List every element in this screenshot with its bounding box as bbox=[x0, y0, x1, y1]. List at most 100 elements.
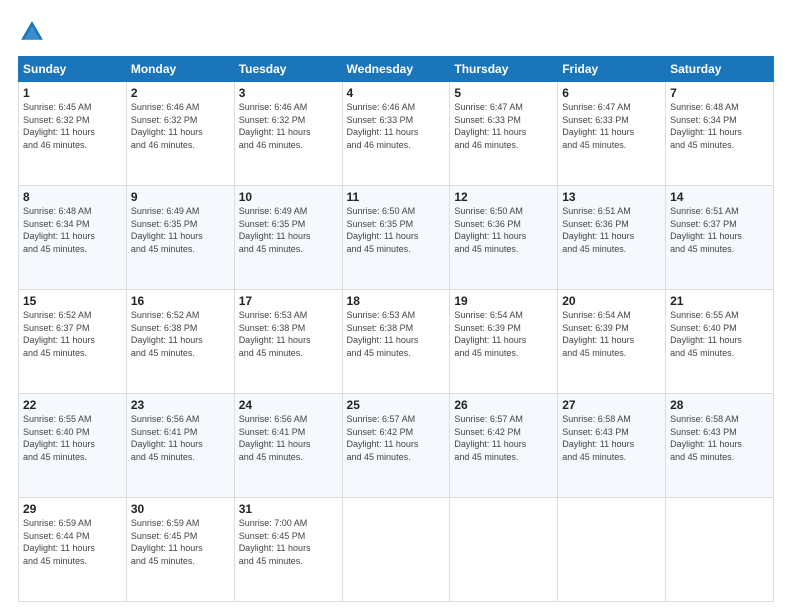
day-detail: Sunrise: 6:58 AMSunset: 6:43 PMDaylight:… bbox=[670, 414, 742, 462]
weekday-header-row: SundayMondayTuesdayWednesdayThursdayFrid… bbox=[19, 57, 774, 82]
day-detail: Sunrise: 6:57 AMSunset: 6:42 PMDaylight:… bbox=[454, 414, 526, 462]
day-detail: Sunrise: 6:46 AMSunset: 6:32 PMDaylight:… bbox=[239, 102, 311, 150]
weekday-label: Saturday bbox=[666, 57, 774, 82]
calendar-cell: 3 Sunrise: 6:46 AMSunset: 6:32 PMDayligh… bbox=[234, 82, 342, 186]
day-number: 13 bbox=[562, 190, 661, 204]
day-number: 25 bbox=[347, 398, 446, 412]
day-number: 6 bbox=[562, 86, 661, 100]
calendar-week-row: 8 Sunrise: 6:48 AMSunset: 6:34 PMDayligh… bbox=[19, 186, 774, 290]
calendar-cell: 27 Sunrise: 6:58 AMSunset: 6:43 PMDaylig… bbox=[558, 394, 666, 498]
calendar-cell: 7 Sunrise: 6:48 AMSunset: 6:34 PMDayligh… bbox=[666, 82, 774, 186]
day-detail: Sunrise: 6:56 AMSunset: 6:41 PMDaylight:… bbox=[131, 414, 203, 462]
day-number: 20 bbox=[562, 294, 661, 308]
day-detail: Sunrise: 6:56 AMSunset: 6:41 PMDaylight:… bbox=[239, 414, 311, 462]
day-number: 30 bbox=[131, 502, 230, 516]
calendar-cell: 31 Sunrise: 7:00 AMSunset: 6:45 PMDaylig… bbox=[234, 498, 342, 602]
day-detail: Sunrise: 6:55 AMSunset: 6:40 PMDaylight:… bbox=[670, 310, 742, 358]
day-number: 10 bbox=[239, 190, 338, 204]
day-number: 29 bbox=[23, 502, 122, 516]
calendar-cell: 20 Sunrise: 6:54 AMSunset: 6:39 PMDaylig… bbox=[558, 290, 666, 394]
calendar-cell: 15 Sunrise: 6:52 AMSunset: 6:37 PMDaylig… bbox=[19, 290, 127, 394]
page: SundayMondayTuesdayWednesdayThursdayFrid… bbox=[0, 0, 792, 612]
day-detail: Sunrise: 6:45 AMSunset: 6:32 PMDaylight:… bbox=[23, 102, 95, 150]
day-detail: Sunrise: 6:59 AMSunset: 6:45 PMDaylight:… bbox=[131, 518, 203, 566]
weekday-label: Friday bbox=[558, 57, 666, 82]
day-detail: Sunrise: 6:47 AMSunset: 6:33 PMDaylight:… bbox=[562, 102, 634, 150]
calendar-week-row: 22 Sunrise: 6:55 AMSunset: 6:40 PMDaylig… bbox=[19, 394, 774, 498]
day-number: 27 bbox=[562, 398, 661, 412]
calendar-cell: 2 Sunrise: 6:46 AMSunset: 6:32 PMDayligh… bbox=[126, 82, 234, 186]
day-detail: Sunrise: 6:46 AMSunset: 6:33 PMDaylight:… bbox=[347, 102, 419, 150]
day-detail: Sunrise: 6:53 AMSunset: 6:38 PMDaylight:… bbox=[239, 310, 311, 358]
logo bbox=[18, 18, 48, 46]
calendar-cell: 5 Sunrise: 6:47 AMSunset: 6:33 PMDayligh… bbox=[450, 82, 558, 186]
day-number: 7 bbox=[670, 86, 769, 100]
day-detail: Sunrise: 6:58 AMSunset: 6:43 PMDaylight:… bbox=[562, 414, 634, 462]
calendar-cell: 23 Sunrise: 6:56 AMSunset: 6:41 PMDaylig… bbox=[126, 394, 234, 498]
weekday-label: Tuesday bbox=[234, 57, 342, 82]
day-detail: Sunrise: 6:51 AMSunset: 6:37 PMDaylight:… bbox=[670, 206, 742, 254]
calendar-body: 1 Sunrise: 6:45 AMSunset: 6:32 PMDayligh… bbox=[19, 82, 774, 602]
day-detail: Sunrise: 6:50 AMSunset: 6:36 PMDaylight:… bbox=[454, 206, 526, 254]
calendar-cell: 1 Sunrise: 6:45 AMSunset: 6:32 PMDayligh… bbox=[19, 82, 127, 186]
calendar-header: SundayMondayTuesdayWednesdayThursdayFrid… bbox=[19, 57, 774, 82]
calendar-cell: 11 Sunrise: 6:50 AMSunset: 6:35 PMDaylig… bbox=[342, 186, 450, 290]
day-number: 8 bbox=[23, 190, 122, 204]
day-number: 23 bbox=[131, 398, 230, 412]
day-number: 24 bbox=[239, 398, 338, 412]
calendar-cell: 17 Sunrise: 6:53 AMSunset: 6:38 PMDaylig… bbox=[234, 290, 342, 394]
calendar-cell: 8 Sunrise: 6:48 AMSunset: 6:34 PMDayligh… bbox=[19, 186, 127, 290]
calendar-cell: 29 Sunrise: 6:59 AMSunset: 6:44 PMDaylig… bbox=[19, 498, 127, 602]
day-detail: Sunrise: 6:47 AMSunset: 6:33 PMDaylight:… bbox=[454, 102, 526, 150]
day-detail: Sunrise: 6:55 AMSunset: 6:40 PMDaylight:… bbox=[23, 414, 95, 462]
calendar-cell: 18 Sunrise: 6:53 AMSunset: 6:38 PMDaylig… bbox=[342, 290, 450, 394]
day-detail: Sunrise: 7:00 AMSunset: 6:45 PMDaylight:… bbox=[239, 518, 311, 566]
weekday-label: Sunday bbox=[19, 57, 127, 82]
calendar-cell bbox=[450, 498, 558, 602]
calendar-cell: 4 Sunrise: 6:46 AMSunset: 6:33 PMDayligh… bbox=[342, 82, 450, 186]
calendar-cell: 10 Sunrise: 6:49 AMSunset: 6:35 PMDaylig… bbox=[234, 186, 342, 290]
day-number: 22 bbox=[23, 398, 122, 412]
day-number: 5 bbox=[454, 86, 553, 100]
day-number: 1 bbox=[23, 86, 122, 100]
day-detail: Sunrise: 6:53 AMSunset: 6:38 PMDaylight:… bbox=[347, 310, 419, 358]
day-detail: Sunrise: 6:54 AMSunset: 6:39 PMDaylight:… bbox=[454, 310, 526, 358]
calendar-cell bbox=[558, 498, 666, 602]
day-number: 28 bbox=[670, 398, 769, 412]
calendar-cell: 6 Sunrise: 6:47 AMSunset: 6:33 PMDayligh… bbox=[558, 82, 666, 186]
calendar-cell: 14 Sunrise: 6:51 AMSunset: 6:37 PMDaylig… bbox=[666, 186, 774, 290]
day-number: 19 bbox=[454, 294, 553, 308]
day-number: 15 bbox=[23, 294, 122, 308]
calendar-cell: 25 Sunrise: 6:57 AMSunset: 6:42 PMDaylig… bbox=[342, 394, 450, 498]
calendar-week-row: 29 Sunrise: 6:59 AMSunset: 6:44 PMDaylig… bbox=[19, 498, 774, 602]
day-detail: Sunrise: 6:51 AMSunset: 6:36 PMDaylight:… bbox=[562, 206, 634, 254]
calendar-cell: 28 Sunrise: 6:58 AMSunset: 6:43 PMDaylig… bbox=[666, 394, 774, 498]
day-number: 18 bbox=[347, 294, 446, 308]
day-detail: Sunrise: 6:50 AMSunset: 6:35 PMDaylight:… bbox=[347, 206, 419, 254]
day-detail: Sunrise: 6:48 AMSunset: 6:34 PMDaylight:… bbox=[23, 206, 95, 254]
day-detail: Sunrise: 6:54 AMSunset: 6:39 PMDaylight:… bbox=[562, 310, 634, 358]
header bbox=[18, 18, 774, 46]
day-number: 26 bbox=[454, 398, 553, 412]
day-number: 11 bbox=[347, 190, 446, 204]
day-number: 21 bbox=[670, 294, 769, 308]
calendar-cell bbox=[666, 498, 774, 602]
calendar-cell: 16 Sunrise: 6:52 AMSunset: 6:38 PMDaylig… bbox=[126, 290, 234, 394]
day-number: 4 bbox=[347, 86, 446, 100]
day-detail: Sunrise: 6:49 AMSunset: 6:35 PMDaylight:… bbox=[239, 206, 311, 254]
day-number: 3 bbox=[239, 86, 338, 100]
day-number: 9 bbox=[131, 190, 230, 204]
calendar-week-row: 15 Sunrise: 6:52 AMSunset: 6:37 PMDaylig… bbox=[19, 290, 774, 394]
calendar-cell: 30 Sunrise: 6:59 AMSunset: 6:45 PMDaylig… bbox=[126, 498, 234, 602]
day-number: 14 bbox=[670, 190, 769, 204]
calendar-week-row: 1 Sunrise: 6:45 AMSunset: 6:32 PMDayligh… bbox=[19, 82, 774, 186]
day-number: 2 bbox=[131, 86, 230, 100]
calendar-cell: 19 Sunrise: 6:54 AMSunset: 6:39 PMDaylig… bbox=[450, 290, 558, 394]
calendar-cell bbox=[342, 498, 450, 602]
calendar-cell: 13 Sunrise: 6:51 AMSunset: 6:36 PMDaylig… bbox=[558, 186, 666, 290]
calendar-cell: 12 Sunrise: 6:50 AMSunset: 6:36 PMDaylig… bbox=[450, 186, 558, 290]
calendar-cell: 26 Sunrise: 6:57 AMSunset: 6:42 PMDaylig… bbox=[450, 394, 558, 498]
day-detail: Sunrise: 6:57 AMSunset: 6:42 PMDaylight:… bbox=[347, 414, 419, 462]
day-number: 12 bbox=[454, 190, 553, 204]
day-detail: Sunrise: 6:59 AMSunset: 6:44 PMDaylight:… bbox=[23, 518, 95, 566]
